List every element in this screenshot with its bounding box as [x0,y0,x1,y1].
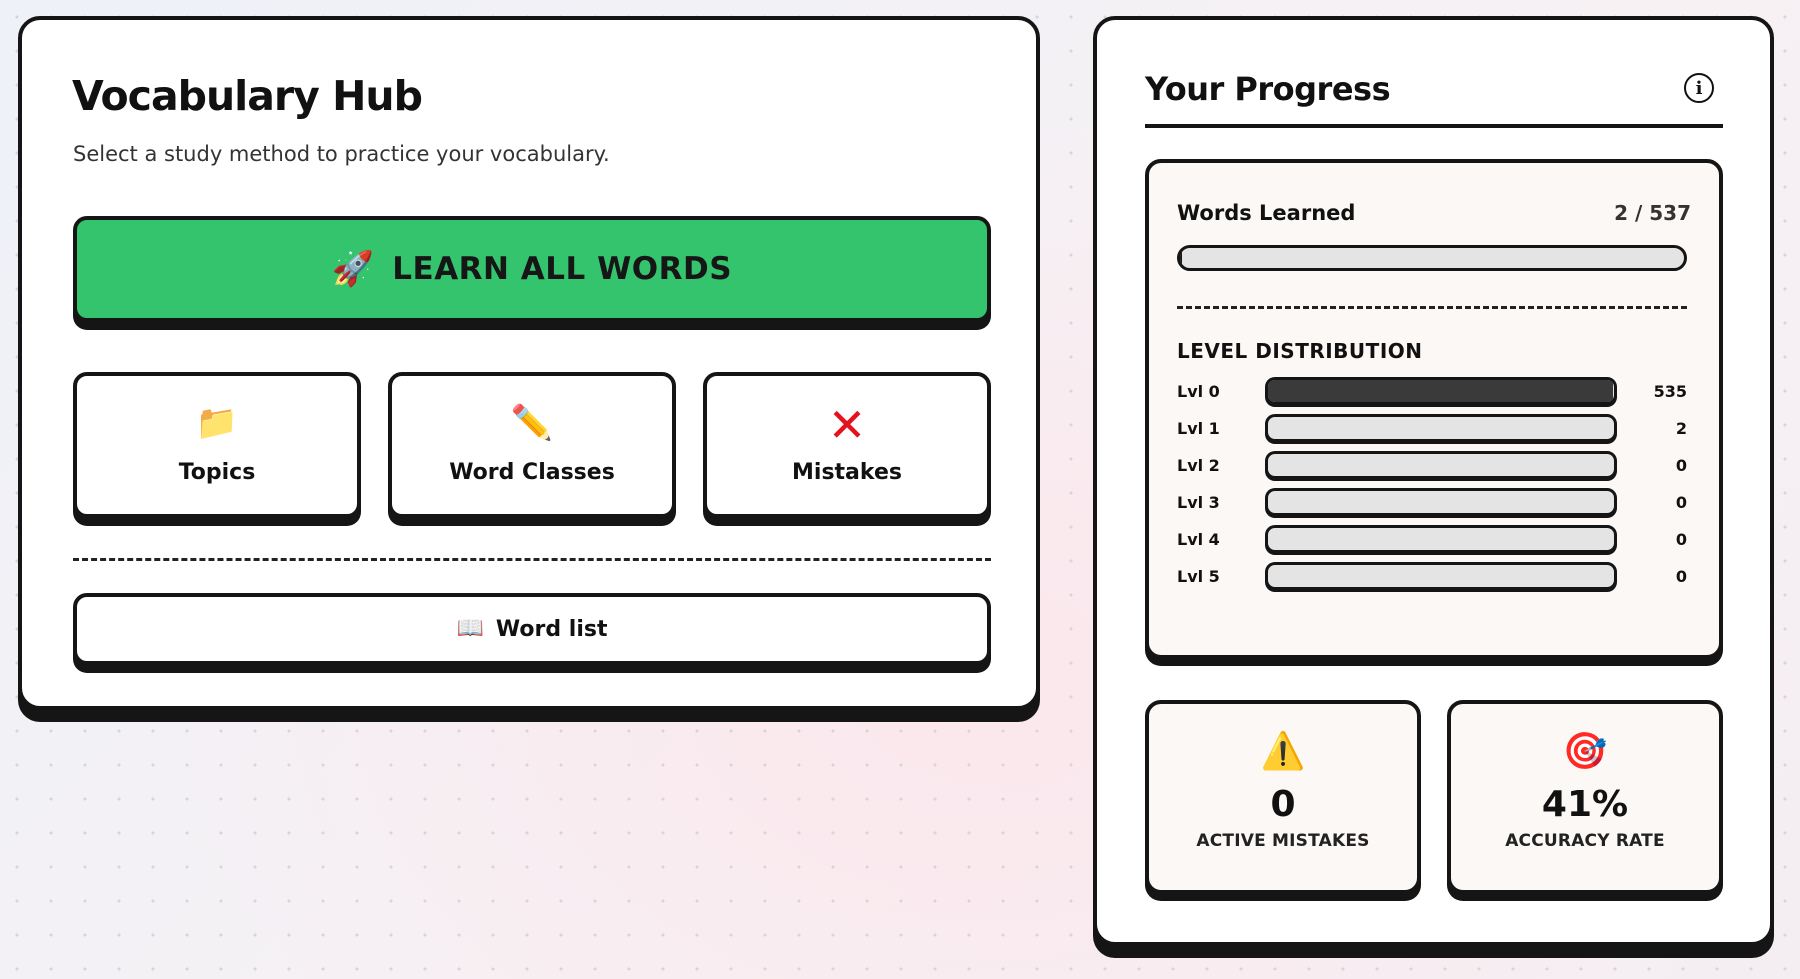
word-list-button[interactable]: 📖 Word list [73,593,991,665]
level-count: 2 [1675,419,1687,438]
level-count: 0 [1675,456,1687,475]
mistakes-label: Mistakes [792,459,902,485]
progress-title: Your Progress [1145,70,1391,108]
red-x-icon: ✕ [827,397,867,452]
hub-title: Vocabulary Hub [72,72,423,120]
word-classes-button[interactable]: ✏️ Word Classes [388,372,676,518]
title-underline [1145,124,1723,128]
warning-icon: ⚠️ [1260,731,1306,772]
active-mistakes-label: ACTIVE MISTAKES [1196,831,1370,851]
word-classes-label: Word Classes [449,459,615,485]
level-bar [1265,562,1617,590]
hub-subtitle: Select a study method to practice your v… [73,142,610,166]
level-row-0: Lvl 0 535 [1177,377,1687,407]
level-count: 535 [1653,382,1687,401]
info-icon[interactable]: i [1684,73,1714,103]
level-bar-fill [1268,380,1613,402]
pencil-icon: ✏️ [510,402,554,443]
level-distribution-title: LEVEL DISTRIBUTION [1177,339,1423,363]
level-bar [1265,488,1617,516]
active-mistakes-value: 0 [1270,784,1296,825]
level-name: Lvl 3 [1177,493,1220,512]
accuracy-rate-label: ACCURACY RATE [1505,831,1665,851]
level-name: Lvl 5 [1177,567,1220,586]
divider [1177,306,1687,309]
progress-card: Your Progress i Words Learned 2 / 537 LE… [1093,16,1774,946]
word-list-label: Word list [495,616,608,642]
active-mistakes-stat: ⚠️ 0 ACTIVE MISTAKES [1145,700,1421,894]
level-bar [1265,377,1617,405]
accuracy-rate-stat: 🎯 41% ACCURACY RATE [1447,700,1723,894]
level-name: Lvl 4 [1177,530,1220,549]
level-count: 0 [1675,530,1687,549]
topics-button[interactable]: 📁 Topics [73,372,361,518]
level-count: 0 [1675,493,1687,512]
words-learned-count: 2 / 537 [1614,201,1691,225]
vocabulary-hub-card: Vocabulary Hub Select a study method to … [18,16,1040,710]
stats-panel: Words Learned 2 / 537 LEVEL DISTRIBUTION… [1145,159,1723,659]
target-icon: 🎯 [1562,731,1608,772]
level-row-3: Lvl 3 0 [1177,488,1687,518]
book-icon: 📖 [456,616,484,641]
rocket-icon: 🚀 [331,249,375,289]
level-row-4: Lvl 4 0 [1177,525,1687,555]
divider [73,558,991,561]
level-row-2: Lvl 2 0 [1177,451,1687,481]
learn-all-words-button[interactable]: 🚀 LEARN ALL WORDS [73,216,991,322]
words-learned-label: Words Learned [1177,201,1356,225]
level-bar [1265,525,1617,553]
mistakes-button[interactable]: ✕ Mistakes [703,372,991,518]
level-bar [1265,414,1617,442]
level-row-1: Lvl 1 2 [1177,414,1687,444]
learn-all-words-label: LEARN ALL WORDS [392,251,733,287]
level-row-5: Lvl 5 0 [1177,562,1687,592]
words-learned-progress-bar [1177,245,1687,271]
folder-icon: 📁 [195,402,239,443]
level-name: Lvl 1 [1177,419,1220,438]
topics-label: Topics [178,459,256,485]
accuracy-rate-value: 41% [1541,784,1629,825]
words-learned-progress-fill [1180,248,1182,268]
level-name: Lvl 0 [1177,382,1220,401]
level-name: Lvl 2 [1177,456,1220,475]
level-count: 0 [1675,567,1687,586]
level-bar [1265,451,1617,479]
